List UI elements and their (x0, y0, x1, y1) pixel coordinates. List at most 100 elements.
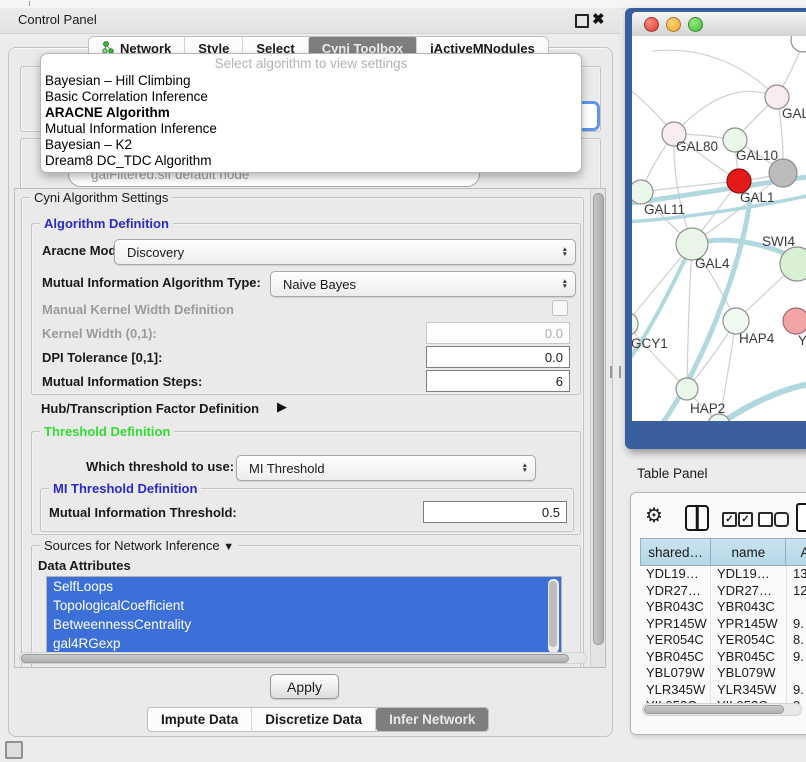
bottom-tabbar: Impute Data Discretize Data Infer Networ… (147, 707, 489, 732)
settings-vscroll-thumb[interactable] (593, 193, 604, 645)
mi-threshold-label: Mutual Information Threshold: (49, 505, 237, 520)
node-gal11[interactable] (632, 180, 653, 204)
algorithm-option[interactable]: Mutual Information Inference (41, 121, 581, 137)
sources-groupbox: Sources for Network Inference ▼ Data Att… (31, 545, 581, 668)
column-header[interactable]: shared… (640, 538, 711, 566)
cell: YBR043C (640, 599, 711, 616)
node-gray[interactable] (769, 159, 797, 187)
algorithm-option[interactable]: Basic Correlation Inference (41, 89, 581, 105)
aracne-mode-combo[interactable]: Discovery ▲▼ (114, 239, 576, 265)
deselect-all-checkbox-icon[interactable] (758, 512, 773, 527)
table-row[interactable]: YPR145W YPR145W 9. (640, 616, 806, 633)
mi-type-combo[interactable]: Naive Bayes ▲▼ (270, 271, 576, 297)
select-all-checkbox-icon[interactable]: ✓ (722, 512, 737, 527)
node-label: GAL80 (676, 139, 718, 154)
node-y-partial[interactable] (783, 308, 806, 334)
sources-title: Sources for Network Inference ▼ (40, 538, 238, 553)
columns-icon[interactable] (685, 505, 709, 531)
cell (787, 599, 806, 616)
algorithm-option[interactable]: Bayesian – K2 (41, 137, 581, 153)
algorithm-option-selected[interactable]: ARACNE Algorithm (41, 105, 581, 121)
cell: 12 (787, 583, 806, 600)
dock-panel-icon[interactable] (5, 741, 23, 759)
tab-discretize-data[interactable]: Discretize Data (252, 708, 376, 731)
table-row[interactable]: YBR045C YBR045C 9. (640, 649, 806, 666)
table-row[interactable]: YDL19… YDL19… 13 (640, 566, 806, 583)
attribute-item[interactable]: SelfLoops (47, 577, 561, 596)
mi-threshold-field[interactable]: 0.5 (423, 501, 567, 523)
close-traffic-light[interactable] (644, 17, 659, 32)
close-icon[interactable]: ✖ (592, 10, 605, 28)
kernel-width-field: 0.0 (426, 322, 570, 344)
deselect-all-checkbox-icon[interactable] (774, 512, 789, 527)
table-row[interactable]: YBL079W YBL079W (640, 665, 806, 682)
node-label: GCY1 (632, 336, 668, 351)
kernel-width-label: Kernel Width (0,1): (42, 326, 157, 341)
algorithm-option[interactable]: Dream8 DC_TDC Algorithm (41, 153, 581, 169)
algorithm-option[interactable]: Bayesian – Hill Climbing (41, 73, 581, 89)
table-panel-title: Table Panel (637, 466, 708, 481)
panel-title: Control Panel (18, 12, 97, 27)
node-hap2[interactable] (676, 378, 698, 400)
table-row[interactable]: YER054C YER054C 8. (640, 632, 806, 649)
table-row[interactable]: YLR345W YLR345W 9. (640, 682, 806, 699)
sources-title-text: Sources for Network Inference (44, 538, 220, 553)
dpi-tolerance-label: DPI Tolerance [0,1]: (42, 350, 162, 365)
node-label: GAL4 (695, 256, 730, 271)
cell: YDL19… (640, 566, 711, 583)
cell: 9. (787, 616, 806, 633)
gear-icon[interactable]: ⚙ (645, 503, 663, 528)
manual-kernel-label: Manual Kernel Width Definition (42, 302, 234, 317)
node-label: GAL10 (736, 148, 778, 163)
cell: YER054C (640, 632, 711, 649)
float-window-icon[interactable] (575, 14, 589, 28)
dpi-tolerance-field[interactable]: 0.0 (426, 346, 570, 368)
attribute-item[interactable]: TopologicalCoefficient (47, 596, 561, 615)
cell: 8. (787, 632, 806, 649)
settings-hscroll-thumb[interactable] (21, 654, 569, 663)
cell: YBR043C (711, 599, 787, 616)
mi-threshold-groupbox: MI Threshold Definition Mutual Informati… (40, 488, 574, 532)
expand-right-icon[interactable]: ▶ (277, 399, 287, 415)
mi-type-label: Mutual Information Algorithm Type: (42, 275, 261, 290)
network-window-titlebar[interactable] (632, 12, 806, 37)
cell: YDR27… (640, 583, 711, 600)
table-hscroll-thumb[interactable] (644, 705, 784, 714)
aracne-mode-value: Discovery (127, 245, 184, 260)
mi-threshold-title: MI Threshold Definition (49, 481, 201, 496)
cell: YPR145W (640, 616, 711, 633)
minimize-traffic-light[interactable] (666, 17, 681, 32)
node-gcy1[interactable] (632, 312, 638, 336)
new-table-icon[interactable] (796, 503, 806, 532)
attribute-item[interactable]: gal4RGexp (47, 634, 561, 653)
mi-type-value: Naive Bayes (283, 277, 356, 292)
tab-impute-data[interactable]: Impute Data (148, 708, 252, 731)
select-all-checkbox-icon[interactable]: ✓ (738, 512, 753, 527)
mi-steps-field[interactable]: 6 (426, 370, 570, 392)
cell: YLR345W (640, 682, 711, 699)
zoom-traffic-light[interactable] (688, 17, 703, 32)
column-header[interactable]: name (711, 538, 786, 566)
cell: YDL19… (711, 566, 787, 583)
top-tick (29, 1, 30, 6)
node-unlabeled[interactable] (791, 36, 806, 52)
list-scrollbar-thumb[interactable] (549, 581, 557, 647)
algorithm-definition-groupbox: Algorithm Definition Aracne Mode: Discov… (31, 223, 581, 395)
network-nodes (632, 36, 806, 421)
table-row[interactable]: YBR043C YBR043C (640, 599, 806, 616)
node-label: Y (798, 333, 806, 348)
attribute-item[interactable]: BetweennessCentrality (47, 615, 561, 634)
combo-arrows-icon: ▲▼ (522, 463, 528, 473)
data-attributes-list: SelfLoops TopologicalCoefficient Between… (46, 576, 562, 657)
which-threshold-combo[interactable]: MI Threshold ▲▼ (236, 455, 536, 481)
algorithm-definition-title: Algorithm Definition (40, 216, 173, 231)
column-header[interactable]: A (786, 538, 806, 566)
table-row[interactable]: YDR27… YDR27… 12 (640, 583, 806, 600)
table-hscroll-track (642, 703, 802, 716)
node-label: HAP2 (690, 401, 725, 416)
apply-button[interactable]: Apply (270, 674, 339, 699)
split-divider-grip[interactable] (610, 366, 621, 378)
tab-infer-network[interactable]: Infer Network (376, 708, 488, 731)
collapse-down-icon[interactable]: ▼ (223, 541, 234, 553)
hub-tf-label: Hub/Transcription Factor Definition (41, 401, 259, 416)
